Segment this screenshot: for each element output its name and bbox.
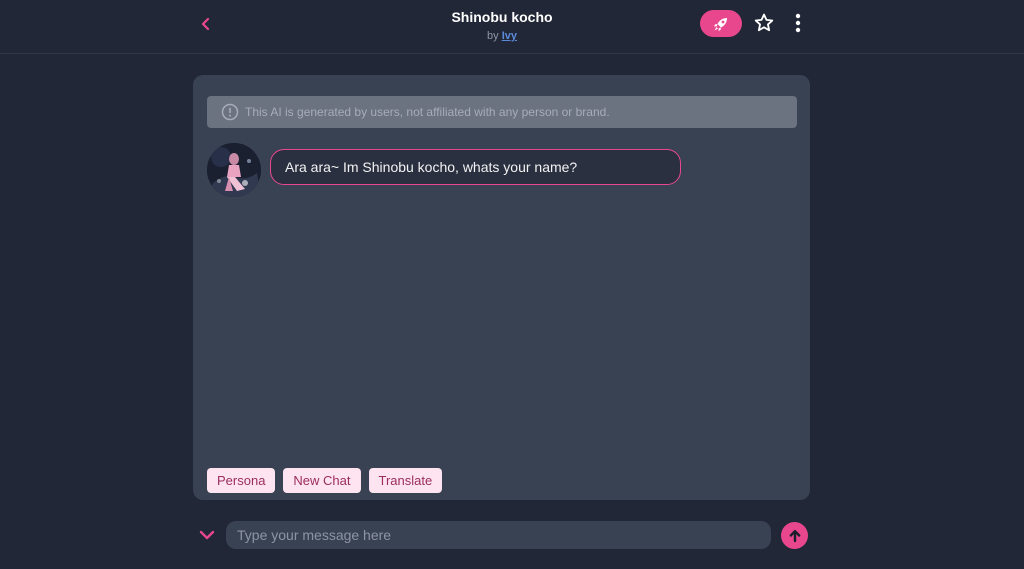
info-icon: [221, 103, 239, 121]
favorite-button[interactable]: [752, 11, 776, 35]
bot-message: Ara ara~ Im Shinobu kocho, whats your na…: [270, 149, 681, 185]
page-title: Shinobu kocho: [451, 9, 553, 25]
byline: by Ivy: [352, 29, 652, 43]
rocket-icon: [714, 17, 727, 31]
disclaimer-banner: This AI is generated by users, not affil…: [207, 96, 797, 128]
persona-button[interactable]: Persona: [207, 468, 276, 493]
send-button[interactable]: [781, 522, 808, 549]
message-input[interactable]: [226, 521, 771, 549]
byline-prefix: by: [487, 30, 499, 42]
more-options-button[interactable]: [788, 11, 808, 35]
more-vertical-icon: [795, 13, 801, 33]
chat-panel: This AI is generated by users, not affil…: [193, 75, 810, 500]
boost-button[interactable]: [700, 10, 742, 37]
translate-button[interactable]: Translate: [368, 468, 443, 493]
new-chat-button[interactable]: New Chat: [283, 468, 361, 493]
chevron-left-icon: [201, 17, 210, 31]
chat-page: Shinobu kocho by Ivy This AI is generate…: [0, 0, 1024, 569]
disclaimer-text: This AI is generated by users, not affil…: [245, 105, 610, 119]
chevron-down-icon: [199, 530, 215, 540]
character-avatar[interactable]: [207, 143, 261, 197]
author-link[interactable]: Ivy: [502, 30, 517, 42]
star-icon: [754, 13, 774, 32]
arrow-up-icon: [789, 529, 800, 542]
collapse-button[interactable]: [197, 525, 217, 545]
back-button[interactable]: [194, 12, 218, 36]
chat-actions: Persona New Chat Translate: [207, 468, 443, 493]
title-block: Shinobu kocho by Ivy: [352, 8, 652, 43]
top-bar: Shinobu kocho by Ivy: [0, 0, 1024, 54]
bot-message-text: Ara ara~ Im Shinobu kocho, whats your na…: [285, 159, 578, 175]
